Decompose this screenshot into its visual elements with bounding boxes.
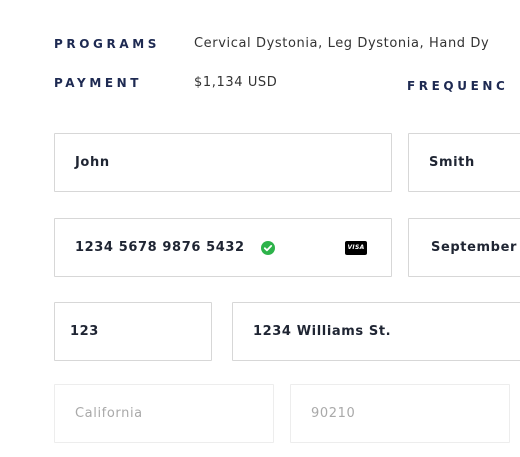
expiry-month-value: September (431, 240, 517, 255)
check-icon (260, 240, 275, 255)
state-field[interactable]: California (54, 384, 274, 443)
first-name-value: John (75, 155, 110, 170)
expiry-month-field[interactable]: September (408, 218, 520, 277)
payment-value: $1,134 USD (194, 75, 278, 90)
last-name-field[interactable]: Smith (408, 133, 520, 192)
frequency-label: FREQUENC (407, 79, 509, 93)
street-number-field[interactable]: 123 (54, 302, 212, 361)
payment-label: PAYMENT (54, 76, 143, 90)
first-name-field[interactable]: John (54, 133, 392, 192)
street-name-value: 1234 Williams St. (253, 324, 392, 339)
card-number-field[interactable]: 1234 5678 9876 5432 VISA (54, 218, 392, 277)
visa-card-icon: VISA (345, 240, 367, 255)
last-name-value: Smith (429, 155, 475, 170)
programs-value: Cervical Dystonia, Leg Dystonia, Hand Dy (194, 36, 490, 51)
zip-field[interactable]: 90210 (290, 384, 510, 443)
street-name-field[interactable]: 1234 Williams St. (232, 302, 520, 361)
card-number-value: 1234 5678 9876 5432 (75, 240, 245, 255)
zip-value: 90210 (311, 406, 356, 421)
street-number-value: 123 (70, 324, 99, 339)
state-value: California (75, 406, 143, 421)
programs-label: PROGRAMS (54, 37, 160, 51)
